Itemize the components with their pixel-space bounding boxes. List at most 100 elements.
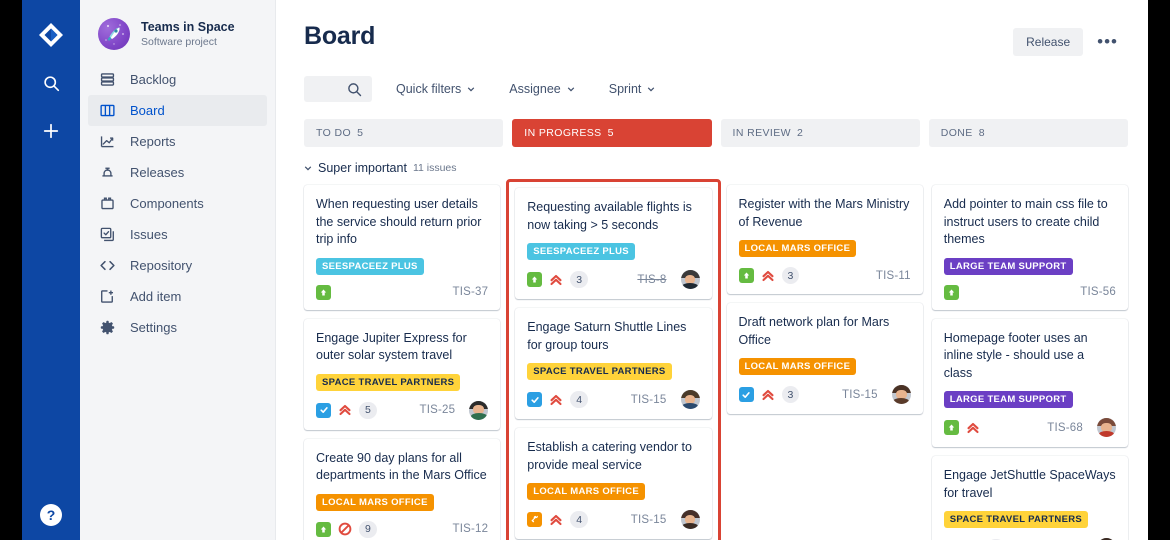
issue-key[interactable]: TIS-25	[420, 404, 456, 416]
sidebar-item-issues[interactable]: Issues	[88, 219, 267, 250]
issue-labels: SPACE TRAVEL PARTNERS	[943, 511, 1116, 528]
issue-card[interactable]: Add pointer to main css file to instruct…	[931, 185, 1128, 310]
issue-card[interactable]: Create 90 day plans for all departments …	[304, 438, 501, 540]
epic-label[interactable]: LOCAL MARS OFFICE	[527, 483, 645, 500]
story-icon[interactable]	[943, 284, 959, 300]
chevron-down-icon	[468, 87, 475, 92]
column-header[interactable]: DONE 8	[928, 119, 1128, 147]
issue-key[interactable]: TIS-8	[637, 274, 666, 286]
issue-key[interactable]: TIS-15	[631, 514, 667, 526]
sprint-dropdown[interactable]: Sprint	[599, 76, 666, 102]
priority-highest-icon	[549, 273, 563, 287]
search-icon[interactable]	[34, 66, 68, 100]
board-main: Board Release ••• Quick filters Assignee	[276, 0, 1170, 540]
task-icon[interactable]	[316, 402, 331, 418]
epic-label[interactable]: SPACE TRAVEL PARTNERS	[527, 363, 672, 380]
issue-title: Draft network plan for Mars Office	[738, 315, 890, 347]
epic-label[interactable]: LARGE TEAM SUPPORT	[943, 391, 1073, 408]
releases-icon	[98, 164, 116, 182]
issue-card[interactable]: Establish a catering vendor to provide m…	[515, 428, 712, 539]
more-options-icon[interactable]: •••	[1089, 31, 1126, 53]
epic-label[interactable]: SPACE TRAVEL PARTNERS	[943, 511, 1089, 528]
issue-key[interactable]: TIS-11	[876, 270, 911, 282]
epic-label[interactable]: SEESPACEEZ PLUS	[316, 257, 424, 275]
repository-icon	[98, 257, 116, 275]
assignee-dropdown[interactable]: Assignee	[499, 76, 584, 102]
column-header[interactable]: TO DO 5	[304, 119, 504, 147]
issue-card[interactable]: Engage JetShuttle SpaceWays for travel SP…	[931, 456, 1128, 540]
backlog-icon	[98, 71, 116, 89]
epic-label[interactable]: SEESPACEEZ PLUS	[527, 243, 635, 260]
plus-icon[interactable]	[34, 114, 68, 148]
task-icon[interactable]	[527, 392, 543, 407]
quick-filters-dropdown[interactable]: Quick filters	[386, 76, 485, 102]
issue-key[interactable]: TIS-56	[1080, 286, 1116, 298]
story-icon[interactable]	[527, 272, 543, 287]
issue-card[interactable]: Draft network plan for Mars Office LOCAL …	[726, 303, 923, 414]
issue-key[interactable]: TIS-15	[631, 394, 667, 406]
issue-title: Register with the Mars Ministry of Reven…	[738, 197, 910, 229]
issue-labels: LOCAL MARS OFFICE	[316, 493, 488, 511]
sidebar-item-backlog[interactable]: Backlog	[88, 64, 267, 95]
sidebar-item-label: Settings	[130, 320, 177, 335]
epic-label[interactable]: LOCAL MARS OFFICE	[738, 240, 857, 257]
issue-key[interactable]: TIS-12	[453, 523, 489, 535]
assignee-avatar[interactable]	[680, 270, 700, 289]
release-button[interactable]: Release	[1013, 28, 1084, 56]
story-icon[interactable]	[738, 268, 754, 283]
project-header[interactable]: Teams in Space Software project	[80, 14, 275, 64]
board-column-to-do: TO DO 5	[304, 119, 504, 147]
issue-card-footer: 3 TIS-11	[738, 267, 911, 284]
issue-key[interactable]: TIS-15	[842, 389, 878, 401]
project-sidebar: Teams in Space Software project Backlog B…	[80, 0, 276, 540]
sidebar-item-settings[interactable]: Settings	[88, 312, 267, 343]
issue-card[interactable]: Engage Jupiter Express for outer solar s…	[304, 318, 501, 430]
sidebar-item-releases[interactable]: Releases	[88, 157, 267, 188]
search-input[interactable]	[304, 76, 372, 102]
sidebar-item-repository[interactable]: Repository	[88, 250, 267, 281]
board-filters: Quick filters Assignee Sprint	[304, 76, 1170, 102]
issue-card[interactable]: When requesting user details the service…	[304, 185, 501, 310]
issue-card[interactable]: Register with the Mars Ministry of Reven…	[726, 185, 923, 294]
issue-card-footer: 3 TIS-8	[527, 270, 700, 289]
assignee-avatar[interactable]	[891, 385, 911, 404]
story-icon[interactable]	[943, 420, 959, 435]
story-icon[interactable]	[316, 521, 331, 537]
assignee-avatar[interactable]	[469, 400, 489, 420]
board-column-in-review: IN REVIEW 2	[720, 119, 920, 147]
story-points-badge: 3	[781, 386, 800, 403]
issue-card[interactable]: Requesting available flights is now taki…	[515, 188, 712, 299]
assignee-avatar[interactable]	[1097, 418, 1116, 437]
assignee-avatar[interactable]	[680, 510, 700, 529]
assignee-label: Assignee	[509, 82, 561, 96]
assignee-avatar[interactable]	[680, 390, 700, 409]
epic-label[interactable]: LOCAL MARS OFFICE	[316, 493, 434, 511]
sidebar-item-add-item[interactable]: Add item	[88, 281, 267, 312]
column-name: DONE	[940, 127, 973, 139]
story-icon[interactable]	[316, 284, 331, 300]
help-icon[interactable]: ?	[40, 504, 62, 526]
issue-card[interactable]: Engage Saturn Shuttle Lines for group to…	[515, 308, 712, 419]
task-icon[interactable]	[738, 387, 754, 402]
issue-title: Engage JetShuttle SpaceWays for travel	[943, 468, 1116, 500]
issue-card[interactable]: Homepage footer uses an inline style - s…	[931, 318, 1128, 447]
help-label: ?	[46, 507, 56, 523]
sidebar-item-reports[interactable]: Reports	[88, 126, 267, 157]
topbar-actions: Release •••	[1013, 22, 1170, 56]
swimlane-header[interactable]: Super important 11 issues	[304, 159, 1170, 177]
bug-fix-icon[interactable]	[527, 512, 543, 527]
sidebar-item-board[interactable]: Board	[88, 95, 267, 126]
epic-label[interactable]: SPACE TRAVEL PARTNERS	[316, 373, 461, 391]
sidebar-item-components[interactable]: Components	[88, 188, 267, 219]
issue-title: Add pointer to main css file to instruct…	[943, 197, 1108, 246]
epic-label[interactable]: LOCAL MARS OFFICE	[738, 358, 857, 375]
issue-key[interactable]: TIS-37	[453, 286, 489, 298]
epic-label[interactable]: LARGE TEAM SUPPORT	[943, 257, 1073, 275]
issue-title: Engage Saturn Shuttle Lines for group to…	[527, 320, 687, 352]
issue-card-footer: TIS-68	[943, 418, 1116, 437]
column-header[interactable]: IN REVIEW 2	[720, 119, 920, 147]
jira-logo-icon[interactable]	[34, 18, 68, 52]
column-header[interactable]: IN PROGRESS 5	[512, 119, 712, 147]
issue-key[interactable]: TIS-68	[1047, 422, 1083, 434]
sidebar-item-label: Components	[130, 196, 204, 211]
